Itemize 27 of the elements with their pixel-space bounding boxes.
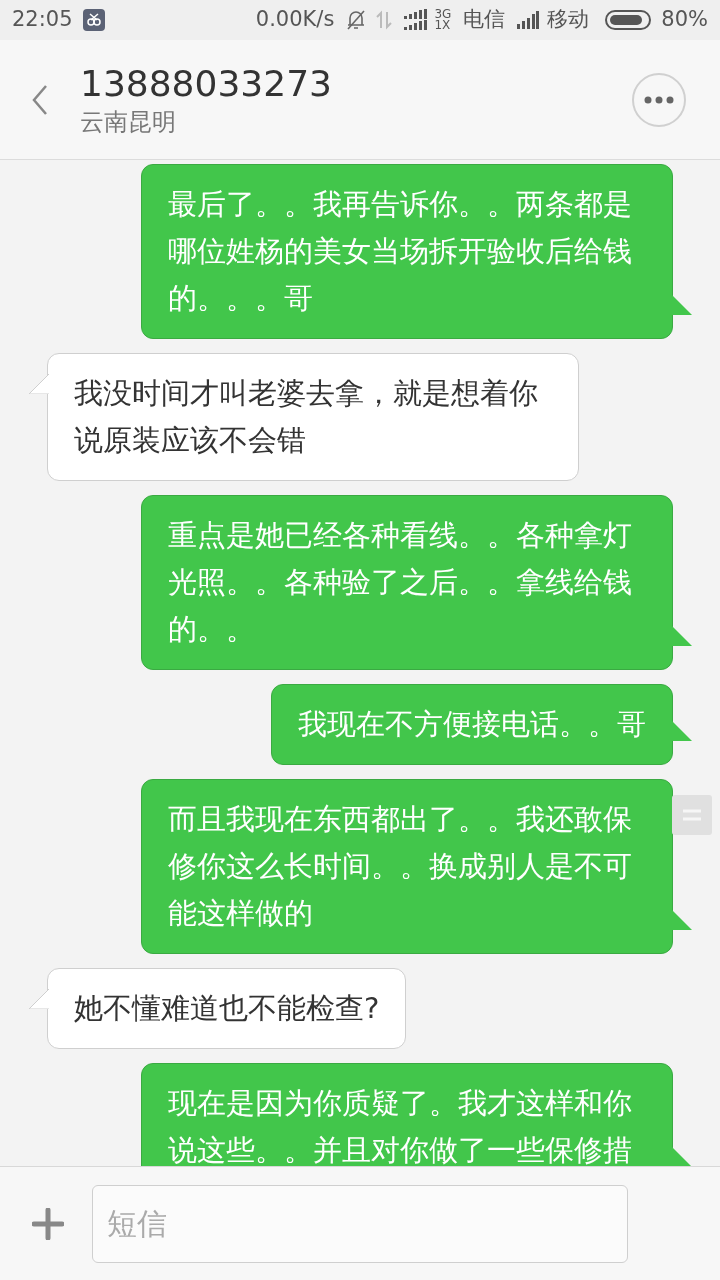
message-text: 而且我现在东西都出了。。我还敢保修你这么长时间。。换成别人是不可能这样做的 [168, 802, 632, 930]
message-text: 我现在不方便接电话。。哥 [298, 707, 646, 741]
more-button[interactable] [632, 72, 686, 127]
data-arrows-icon [376, 10, 393, 30]
more-icon [644, 95, 674, 104]
battery-icon [605, 10, 652, 30]
network-speed: 0.00K/s [255, 6, 335, 34]
contact-location: 云南昆明 [80, 106, 177, 138]
contact-number: 13888033273 [80, 61, 333, 106]
carrier-name: 电信 [463, 6, 506, 34]
carrier-name: 移动 [547, 6, 590, 34]
signal-icon [517, 11, 540, 29]
message-text: 最后了。。我再告诉你。。两条都是哪位姓杨的美女当场拆开验收后给钱的。。。哥 [168, 187, 632, 315]
back-icon[interactable] [30, 83, 50, 116]
add-icon[interactable] [32, 1207, 64, 1240]
message-text: 我没时间才叫老婆去拿，就是想着你说原装应该不会错 [74, 376, 538, 457]
network-type: 3G [434, 9, 452, 20]
status-time: 22:05 [12, 6, 73, 34]
message-input-field[interactable]: 短信 [92, 1184, 628, 1263]
message-text: 现在是因为你质疑了。我才这样和你说这些。。并且对你做了一些保修措 [168, 1086, 632, 1166]
message-text: 她不懂难道也不能检查? [74, 991, 380, 1025]
scroll-handle-icon[interactable] [672, 795, 712, 835]
battery-percent: 80% [661, 6, 708, 34]
message-text: 重点是她已经各种看线。。各种拿灯光照。。各种验了之后。。拿线给钱的。。 [168, 518, 632, 646]
muted-bell-icon [346, 9, 367, 31]
app-notification-icon [82, 9, 105, 31]
network-type: 1X [434, 20, 452, 31]
